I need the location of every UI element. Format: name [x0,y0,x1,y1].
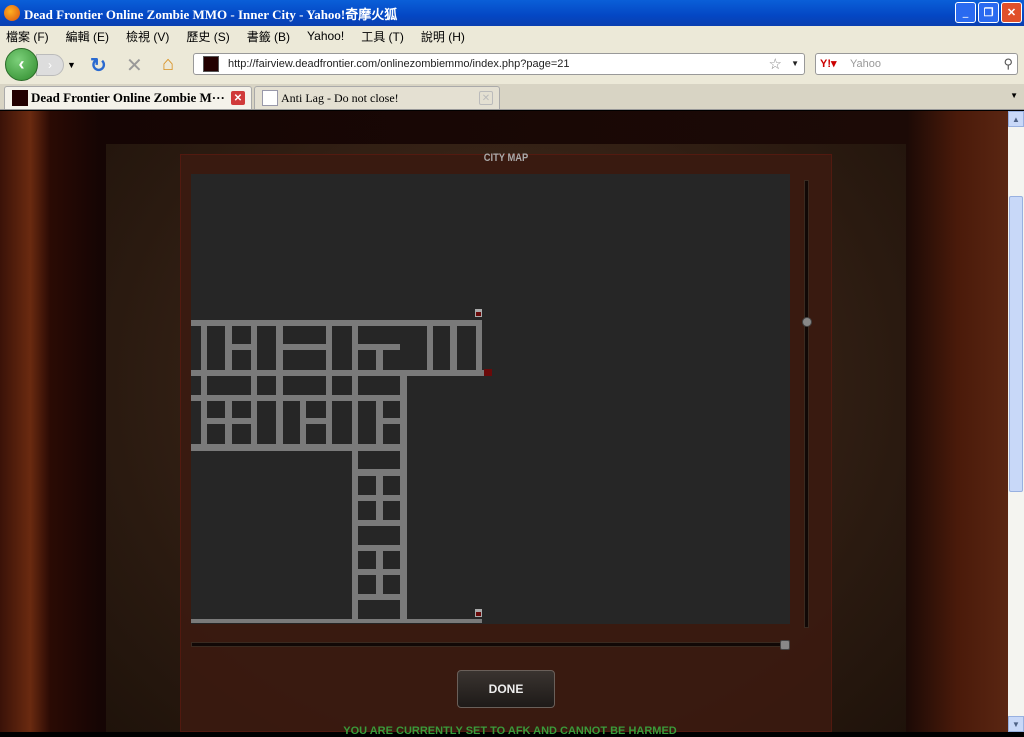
road-segment [376,400,383,451]
scroll-up-icon[interactable]: ▲ [1008,111,1024,127]
road-segment [191,444,407,451]
road-segment [276,320,283,451]
road-segment [300,418,332,424]
exit-marker [484,369,492,376]
vertical-map-scroll-thumb[interactable] [802,317,812,327]
road-segment [201,320,207,451]
road-segment [300,400,306,451]
horizontal-map-scroll-track[interactable] [191,642,789,647]
road-segment [376,350,383,376]
road-segment [283,344,326,350]
afk-status-text: YOU ARE CURRENTLY SET TO AFK AND CANNOT … [343,725,677,737]
road-segment [427,320,433,376]
vertical-map-scroll-track[interactable] [804,180,809,628]
road-segment [400,370,407,623]
exit-marker-core [476,312,481,316]
road-segment [476,320,482,376]
road-segment [376,476,383,520]
road-segment [358,594,400,600]
city-map[interactable] [0,0,1024,732]
page-scrollbar[interactable]: ▲ ▼ [1008,111,1024,732]
road-segment [191,395,407,401]
road-segment [232,344,251,350]
road-segment [450,320,457,376]
horizontal-map-scroll-thumb[interactable] [780,640,790,650]
road-segment [251,320,257,451]
road-segment [326,320,332,451]
road-segment [225,320,232,376]
exit-marker-core [476,612,481,616]
done-button[interactable]: DONE [457,670,555,708]
road-segment [352,320,358,623]
road-segment [191,619,482,623]
road-segment [191,320,482,326]
road-segment [358,520,400,526]
road-segment [207,418,257,424]
road-segment [358,469,400,476]
road-segment [225,400,232,451]
scroll-down-icon[interactable]: ▼ [1008,716,1024,732]
road-segment [376,551,383,594]
road-segment [191,370,490,376]
road-segment [383,418,400,424]
scroll-thumb[interactable] [1009,196,1023,492]
road-segment [358,344,400,350]
road-segment [358,545,400,551]
